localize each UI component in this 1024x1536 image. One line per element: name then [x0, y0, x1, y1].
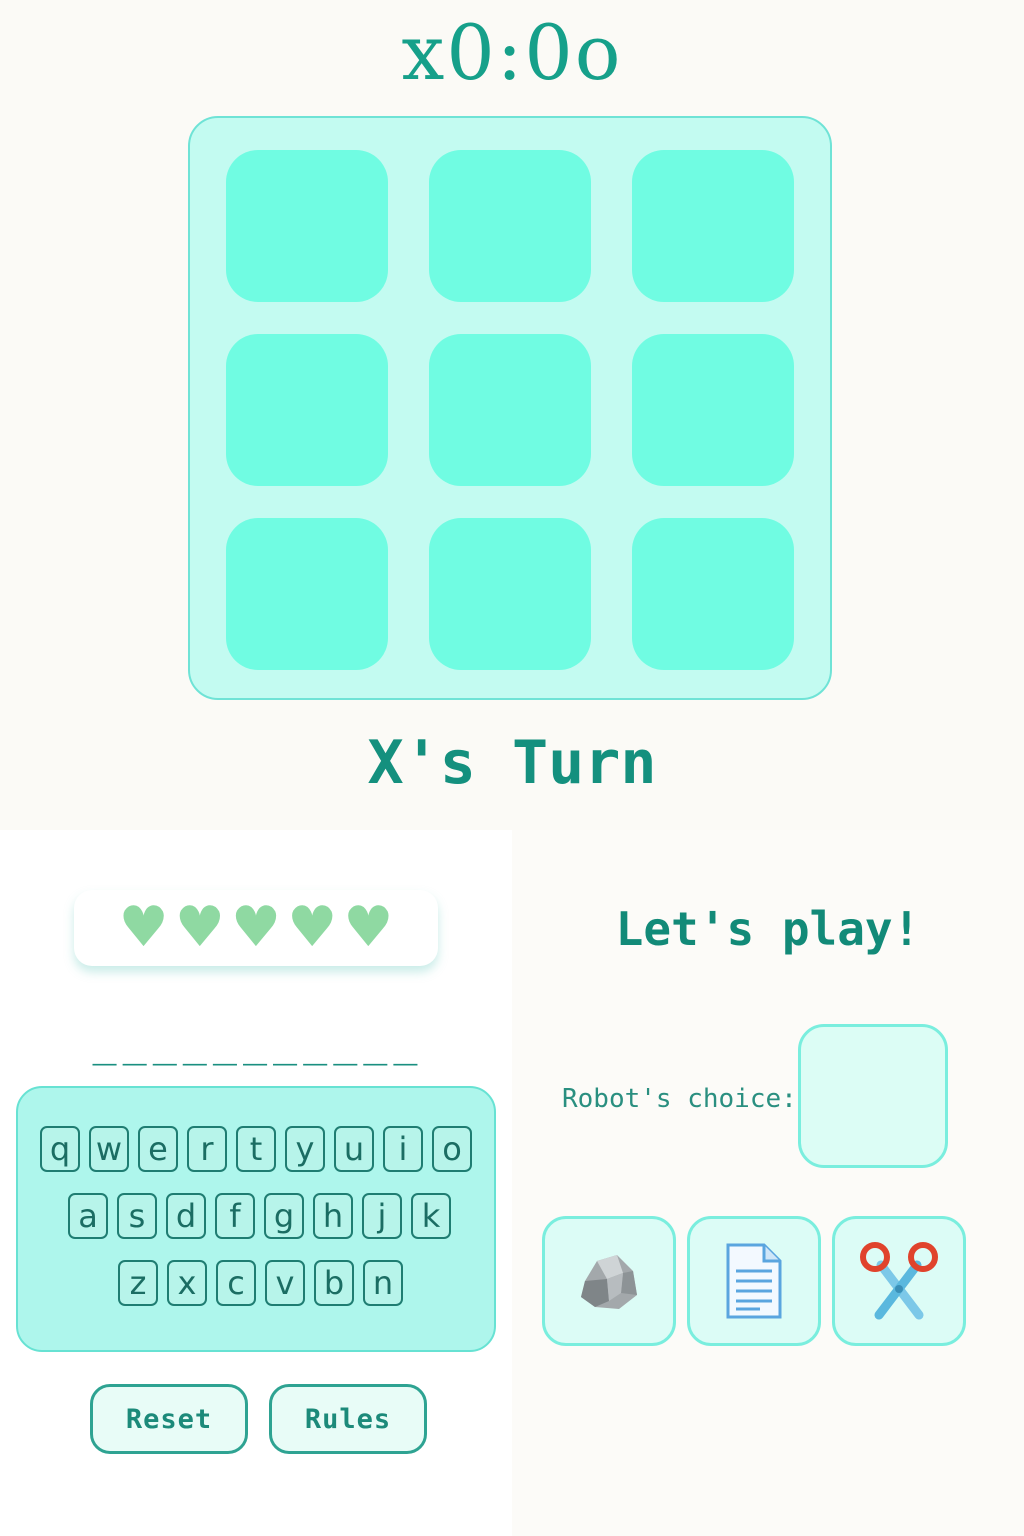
key-a[interactable]: a	[68, 1193, 108, 1239]
reset-button[interactable]: Reset	[90, 1384, 248, 1454]
word-blanks: ___________	[92, 1020, 424, 1066]
scoreboard: x0:0o	[401, 8, 623, 97]
turn-status: X's Turn	[367, 728, 657, 798]
board-cell-9[interactable]	[632, 518, 794, 670]
paper-button[interactable]	[687, 1216, 821, 1346]
board-cell-4[interactable]	[226, 334, 388, 486]
key-c[interactable]: c	[216, 1260, 256, 1306]
key-k[interactable]: k	[411, 1193, 451, 1239]
key-b[interactable]: b	[314, 1260, 354, 1306]
key-t[interactable]: t	[236, 1126, 276, 1172]
heart-icon: ♥	[230, 895, 282, 960]
robot-choice-label: Robot's choice:	[562, 1084, 797, 1114]
key-s[interactable]: s	[117, 1193, 157, 1239]
board-cell-6[interactable]	[632, 334, 794, 486]
key-i[interactable]: i	[383, 1126, 423, 1172]
rock-icon	[581, 1255, 637, 1309]
key-u[interactable]: u	[334, 1126, 374, 1172]
key-n[interactable]: n	[363, 1260, 403, 1306]
board-cell-2[interactable]	[429, 150, 591, 302]
key-g[interactable]: g	[264, 1193, 304, 1239]
key-q[interactable]: q	[40, 1126, 80, 1172]
board-cell-3[interactable]	[632, 150, 794, 302]
key-f[interactable]: f	[215, 1193, 255, 1239]
rock-button[interactable]	[542, 1216, 676, 1346]
key-d[interactable]: d	[166, 1193, 206, 1239]
key-w[interactable]: w	[89, 1126, 129, 1172]
rps-title: Let's play!	[615, 902, 921, 956]
scissors-button[interactable]	[832, 1216, 966, 1346]
board-cell-5[interactable]	[429, 334, 591, 486]
key-v[interactable]: v	[265, 1260, 305, 1306]
heart-icon: ♥	[174, 895, 225, 960]
key-j[interactable]: j	[362, 1193, 402, 1239]
lives-display: ♥ ♥ ♥ ♥ ♥	[74, 890, 438, 966]
heart-icon: ♥	[343, 895, 394, 960]
key-o[interactable]: o	[432, 1126, 472, 1172]
board-cell-8[interactable]	[429, 518, 591, 670]
key-h[interactable]: h	[313, 1193, 353, 1239]
game-board	[188, 116, 832, 700]
letter-keyboard: qwertyuio asdfghjk zxcvbn	[16, 1086, 496, 1352]
heart-icon: ♥	[287, 895, 338, 960]
paper-icon	[726, 1243, 782, 1319]
heart-icon: ♥	[118, 895, 169, 960]
scissors-icon	[860, 1242, 938, 1320]
key-y[interactable]: y	[285, 1126, 325, 1172]
key-z[interactable]: z	[118, 1260, 158, 1306]
rules-button[interactable]: Rules	[269, 1384, 427, 1454]
key-x[interactable]: x	[167, 1260, 207, 1306]
key-r[interactable]: r	[187, 1126, 227, 1172]
key-e[interactable]: e	[138, 1126, 178, 1172]
board-cell-7[interactable]	[226, 518, 388, 670]
robot-choice-box	[798, 1024, 948, 1168]
board-cell-1[interactable]	[226, 150, 388, 302]
